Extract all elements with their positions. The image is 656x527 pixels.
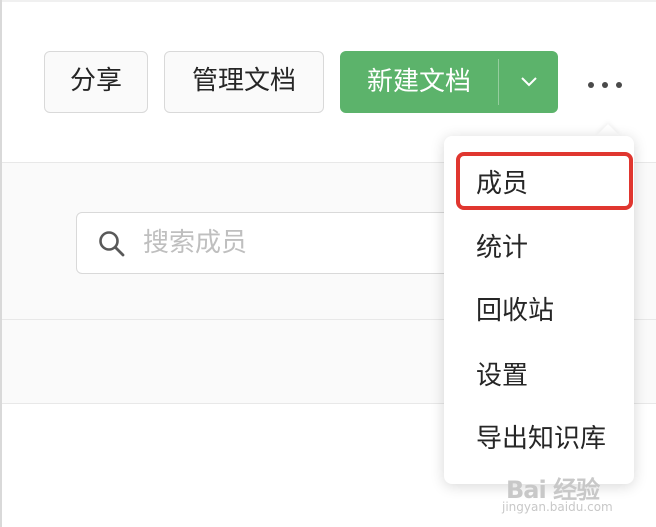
- menu-item-settings[interactable]: 设置: [476, 356, 528, 396]
- more-dot-icon: [588, 82, 594, 88]
- dropdown-arrow: [596, 124, 620, 136]
- new-doc-button[interactable]: 新建文档: [340, 51, 498, 113]
- more-dot-icon: [616, 82, 622, 88]
- menu-item-recycle-bin[interactable]: 回收站: [476, 291, 554, 331]
- menu-item-export-kb[interactable]: 导出知识库: [476, 419, 606, 459]
- search-icon: [99, 231, 125, 257]
- watermark-url: jingyan.baidu.com: [502, 500, 613, 514]
- member-search-input[interactable]: [143, 213, 473, 272]
- menu-item-statistics[interactable]: 统计: [476, 228, 528, 268]
- more-options-button[interactable]: [588, 80, 622, 90]
- manage-docs-button[interactable]: 管理文档: [164, 51, 324, 113]
- more-dot-icon: [602, 82, 608, 88]
- members-highlight-box: [456, 152, 633, 210]
- baidu-jingyan-watermark: Bai 经验 jingyan.baidu.com: [500, 470, 650, 522]
- chevron-down-icon: [520, 77, 537, 87]
- new-doc-split-button: 新建文档: [340, 51, 558, 113]
- member-search-box: [76, 212, 496, 274]
- share-button[interactable]: 分享: [44, 51, 148, 113]
- new-doc-dropdown-toggle[interactable]: [499, 51, 558, 113]
